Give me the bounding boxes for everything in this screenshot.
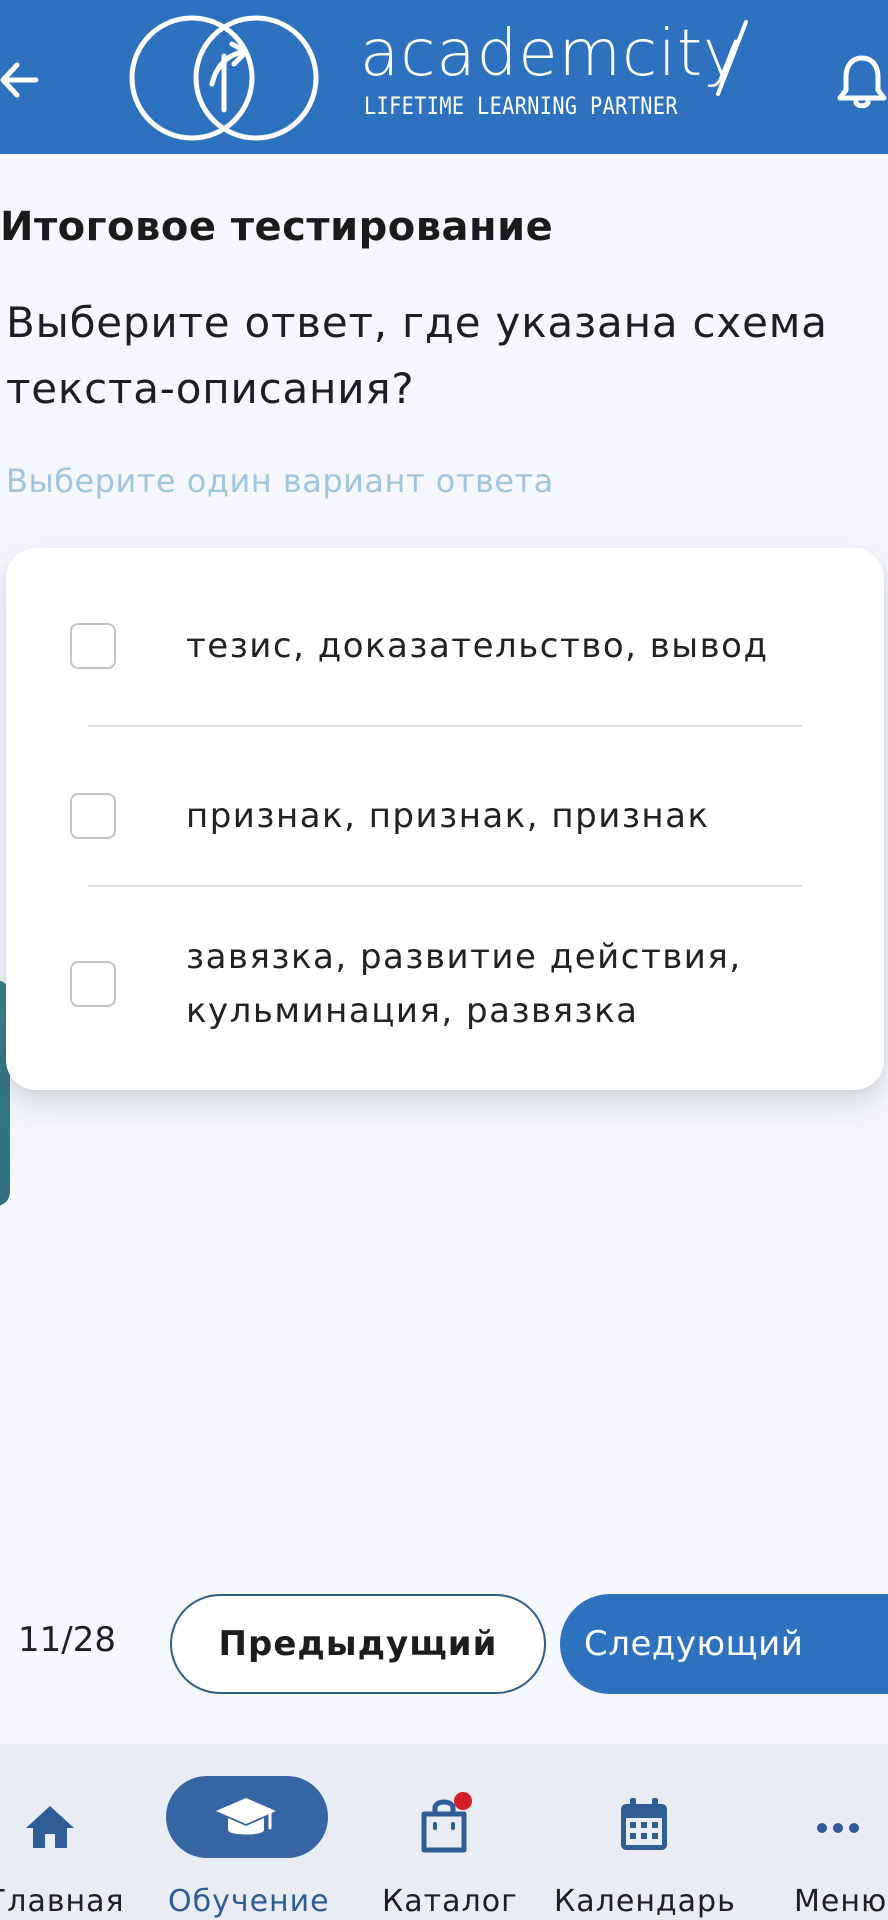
answers-card: тезис, доказательство, вывод признак, пр…: [6, 548, 884, 1090]
answer-option-label: завязка, развитие действия, кульминация,…: [186, 937, 742, 1031]
answer-option-label: тезис, доказательство, вывод: [186, 626, 769, 666]
answer-checkbox[interactable]: [70, 793, 116, 839]
calendar-icon: [621, 1798, 667, 1850]
notification-badge: [454, 1792, 472, 1810]
previous-button[interactable]: Предыдущий: [170, 1594, 546, 1694]
back-button[interactable]: [0, 52, 40, 108]
logo-wordmark: academcity: [360, 17, 742, 91]
nav-label: Каталог: [382, 1884, 518, 1919]
nav-item-catalog[interactable]: Каталог: [372, 1744, 522, 1920]
logo-slash-icon: [716, 20, 748, 96]
home-icon: [26, 1806, 74, 1848]
nav-label: Главная: [0, 1884, 125, 1919]
app-header: academcity LIFETIME LEARNING PARTNER: [0, 0, 888, 154]
nav-item-calendar[interactable]: Календарь: [552, 1744, 742, 1920]
nav-label: Меню: [794, 1884, 888, 1919]
answer-hint: Выберите один вариант ответа: [6, 462, 554, 500]
bell-icon: [837, 55, 887, 109]
question-text: Выберите ответ, где указана схема текста…: [6, 298, 828, 413]
nav-label: Обучение: [168, 1884, 330, 1919]
answer-option-label: признак, признак, признак: [186, 796, 710, 836]
graduation-cap-icon: [216, 1798, 276, 1835]
notifications-button[interactable]: [836, 52, 888, 112]
nav-item-home[interactable]: Главная: [0, 1744, 130, 1920]
nav-item-learning[interactable]: Обучение: [156, 1744, 336, 1920]
nav-label: Календарь: [554, 1884, 736, 1919]
next-button[interactable]: Следующий: [560, 1594, 888, 1694]
answer-option[interactable]: признак, признак, признак: [6, 726, 884, 886]
answer-option[interactable]: завязка, развитие действия, кульминация,…: [6, 886, 884, 1090]
arrow-left-icon: [0, 62, 39, 98]
more-icon: [817, 1823, 859, 1833]
nav-item-menu[interactable]: Меню: [782, 1744, 888, 1920]
page-title: Итоговое тестирование: [0, 204, 554, 250]
answer-option[interactable]: тезис, доказательство, вывод: [6, 548, 884, 726]
logo-tagline: LIFETIME LEARNING PARTNER: [364, 92, 678, 120]
answer-checkbox[interactable]: [70, 623, 116, 669]
answer-checkbox[interactable]: [70, 961, 116, 1007]
bottom-navigation: Главная Обучение Каталог Календарь Меню: [0, 1744, 888, 1920]
question-counter: 11/28: [18, 1620, 116, 1660]
academcity-logo: academcity LIFETIME LEARNING PARTNER: [128, 14, 768, 142]
logo-mark-icon: [129, 15, 319, 141]
